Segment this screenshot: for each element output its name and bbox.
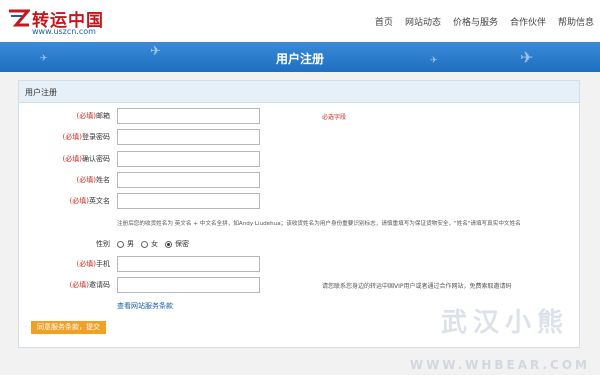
email-row: (必填)邮箱 必选字段 [19,108,579,124]
gender-label: 性别 [96,240,110,248]
radio-selected-icon[interactable] [165,240,172,248]
gender-male-option[interactable]: 男 [117,239,134,249]
nav-home[interactable]: 首页 [375,15,393,28]
required-mark: (必填) [69,281,89,289]
nav-news[interactable]: 网站动态 [405,15,441,28]
email-field[interactable] [117,108,260,124]
required-mark: (必填) [62,155,82,163]
registration-panel: 用户注册 (必填)邮箱 必选字段 (必填)登录密码 (必填)确认密码 (必填)姓… [18,80,580,348]
phone-label: 手机 [96,260,110,268]
gender-options: 男 女 保密 [117,239,196,249]
invite-note: 请您联系您身边的转运中国VIP用户或者通过合作网站，免费索取邀请码 [322,283,512,290]
required-mark: (必填) [62,133,82,141]
site-header: 转运中国 www.uszcn.com 首页 网站动态 价格与服务 合作伙伴 帮助… [0,0,600,42]
required-mark: (必填) [76,176,96,184]
email-label: 邮箱 [96,112,110,120]
page-banner: ✈ ✈ ✈ ✈ 用户注册 [0,42,600,72]
page-title: 用户注册 [275,52,324,66]
panel-title: 用户注册 [19,81,579,103]
phone-row: (必填)手机 [19,256,579,272]
en-name-label: 英文名 [89,197,110,205]
nav-pricing[interactable]: 价格与服务 [453,15,498,28]
logo-url: www.uszcn.com [32,27,96,36]
phone-field[interactable] [117,256,260,272]
confirm-row: (必填)确认密码 [19,151,579,167]
required-mark: (必填) [69,197,89,205]
name-note: 注册后您的收货姓名为 英文名 + 中文名全拼，如Andy Liudehua；该收… [117,221,521,227]
password-label: 登录密码 [82,133,110,141]
name-row: (必填)姓名 [19,172,579,188]
submit-button[interactable]: 同意服务条款，提交 [31,321,106,334]
confirm-label: 确认密码 [82,155,110,163]
confirm-password-field[interactable] [117,151,260,167]
nav-partners[interactable]: 合作伙伴 [510,15,546,28]
invite-row: (必填)邀请码 请您联系您身边的转运中国VIP用户或者通过合作网站，免费索取邀请… [19,277,579,293]
site-logo[interactable]: 转运中国 www.uszcn.com [8,4,128,38]
gender-female-option[interactable]: 女 [141,239,158,249]
en-name-field[interactable] [117,193,260,209]
required-hint: 必选字段 [322,114,347,121]
en-name-row: (必填)英文名 [19,193,579,209]
invite-label: 邀请码 [89,281,110,289]
watermark: 武汉小熊 [440,308,569,338]
name-label: 姓名 [96,176,110,184]
invite-code-field[interactable] [117,277,260,293]
gender-row: 性别 男 女 保密 [19,236,579,252]
watermark-url: WWW.WHBEAR.COM [409,358,590,372]
name-field[interactable] [117,172,260,188]
radio-icon[interactable] [117,240,124,248]
terms-link[interactable]: 查看网站服务条款 [117,301,173,311]
main-nav: 首页 网站动态 价格与服务 合作伙伴 帮助信息 [369,15,600,28]
radio-icon[interactable] [141,240,148,248]
nav-help[interactable]: 帮助信息 [558,15,594,28]
gender-secret-option[interactable]: 保密 [165,239,189,249]
required-mark: (必填) [76,260,96,268]
logo-mark-icon [9,9,30,27]
password-row: (必填)登录密码 [19,129,579,145]
password-field[interactable] [117,129,260,145]
required-mark: (必填) [76,112,96,120]
